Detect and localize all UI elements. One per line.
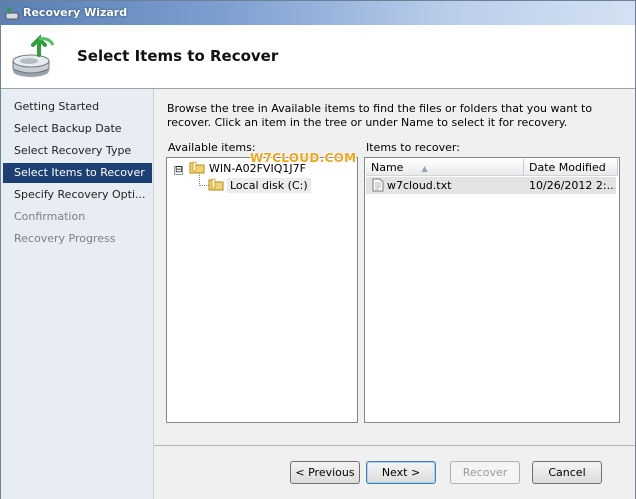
previous-button[interactable]: < Previous [290, 461, 360, 484]
step-getting-started[interactable]: Getting Started [3, 97, 152, 117]
step-select-backup-date[interactable]: Select Backup Date [3, 119, 152, 139]
recover-button: Recover [450, 461, 520, 484]
table-row[interactable]: w7cloud.txt 10/26/2012 2:... [366, 177, 616, 194]
available-items-label: Available items: [168, 141, 256, 154]
items-to-recover-label: Items to recover: [366, 141, 460, 154]
instructions-text: Browse the tree in Available items to fi… [167, 102, 593, 129]
date-modified-cell: 10/26/2012 2:... [529, 179, 615, 192]
page-title: Select Items to Recover [77, 47, 279, 65]
computer-folder-icon [189, 161, 205, 174]
backup-restore-icon [12, 34, 55, 77]
step-recovery-progress: Recovery Progress [14, 232, 116, 245]
steps-sidebar: Getting Started Select Backup Date Selec… [1, 89, 154, 499]
tree-node-local-disk[interactable]: Local disk (C:) [227, 178, 311, 193]
button-divider [154, 445, 635, 446]
window-title: Recovery Wizard [23, 6, 128, 19]
step-specify-recovery-options[interactable]: Specify Recovery Opti... [3, 185, 152, 205]
column-header-date-label: Date Modified [529, 161, 606, 174]
items-to-recover-list[interactable]: Name ▲ Date Modified w7cloud.txt 10/26/20… [364, 157, 620, 423]
title-bar[interactable]: Recovery Wizard [1, 1, 635, 25]
text-file-icon [372, 178, 384, 192]
drive-folder-icon [208, 178, 224, 191]
column-header-name-label: Name [371, 161, 404, 174]
column-header-name[interactable]: Name ▲ [366, 159, 524, 176]
sort-up-icon: ▲ [421, 164, 428, 173]
recovery-wizard-window: Recovery Wizard Select Items to Recover … [0, 0, 636, 499]
main-content: Browse the tree in Available items to fi… [154, 89, 635, 499]
wizard-icon [5, 6, 19, 20]
step-confirmation: Confirmation [14, 210, 86, 223]
collapse-icon[interactable]: ⊟ [174, 166, 183, 175]
cancel-button[interactable]: Cancel [532, 461, 602, 484]
step-select-items-to-recover[interactable]: Select Items to Recover [3, 163, 152, 183]
available-items-tree[interactable]: ⊟ WIN-A02FVIQ1J7F Local disk (C:) [166, 157, 358, 423]
wizard-header: Select Items to Recover [1, 25, 635, 89]
next-button[interactable]: Next > [366, 461, 436, 484]
file-name-cell: w7cloud.txt [387, 179, 452, 192]
step-select-recovery-type[interactable]: Select Recovery Type [3, 141, 152, 161]
column-header-date-modified[interactable]: Date Modified [524, 159, 618, 176]
tree-connector [199, 172, 200, 186]
watermark: W7CLOUD.COM [250, 151, 357, 165]
